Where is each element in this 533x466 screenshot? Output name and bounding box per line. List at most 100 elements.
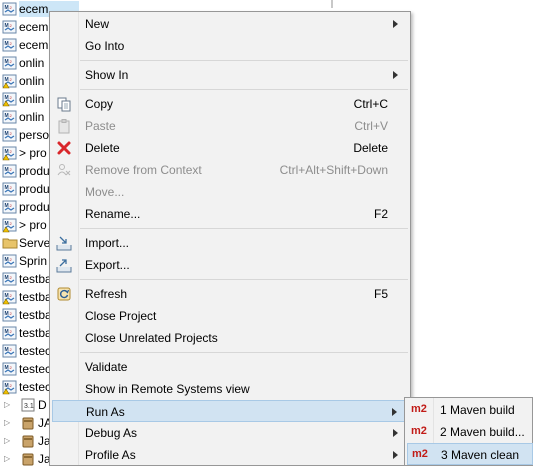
menu-item-new[interactable]: New	[52, 13, 408, 35]
jar-icon	[20, 415, 36, 431]
maven-project-icon: M2	[2, 271, 18, 287]
library-icon: 3.1	[20, 397, 36, 413]
menu-item-label: Debug As	[85, 426, 138, 440]
submenu-arrow-icon	[393, 71, 398, 79]
menu-item-label: Show In	[85, 68, 129, 82]
menu-item-shortcut: Ctrl+C	[353, 97, 388, 111]
scrollbar[interactable]	[331, 0, 333, 8]
import-icon	[56, 235, 72, 251]
menu-separator	[80, 352, 408, 353]
menu-item-remove-from-context[interactable]: Remove from Context Ctrl+Alt+Shift+Down	[52, 159, 408, 181]
expand-arrow-icon[interactable]: ▷	[4, 399, 14, 411]
tree-row-label: ecem	[19, 20, 49, 34]
submenu-arrow-icon	[393, 20, 398, 28]
tree-row-label: > pro	[19, 218, 47, 232]
menu-item-label: Export...	[85, 258, 130, 272]
maven-project-icon: M2	[2, 163, 18, 179]
tree-row-label: D	[38, 398, 47, 412]
remove-context-icon	[56, 162, 72, 178]
tree-row-label: produ	[19, 182, 50, 196]
menu-item-rename[interactable]: Rename... F2	[52, 203, 408, 225]
svg-text:3.1: 3.1	[24, 403, 34, 410]
menu-separator	[80, 279, 408, 280]
menu-item-label: Copy	[85, 97, 114, 111]
maven-project-icon: M2	[2, 307, 18, 323]
menu-item-label: Paste	[85, 119, 116, 133]
menu-item-label: Refresh	[85, 287, 128, 301]
menu-item-label: Go Into	[85, 39, 125, 53]
maven-project-icon: M2	[2, 199, 18, 215]
menu-item-show-in[interactable]: Show In	[52, 64, 408, 86]
menu-item-shortcut: Ctrl+V	[354, 119, 388, 133]
tree-row-label: testec	[19, 362, 52, 376]
export-icon	[56, 257, 72, 273]
maven-project-icon: M2	[2, 109, 18, 125]
submenu-item-label: 1 Maven build	[440, 403, 515, 417]
menu-item-paste[interactable]: Paste Ctrl+V	[52, 115, 408, 137]
submenu-item-maven-clean[interactable]: m2 3 Maven clean	[407, 443, 533, 465]
maven-project-warning-icon: M2	[2, 91, 18, 107]
tree-row-label: onlin	[19, 110, 45, 124]
menu-item-label: Delete	[85, 141, 120, 155]
menu-item-refresh[interactable]: Refresh F5	[52, 283, 408, 305]
maven-project-icon: M2	[2, 1, 18, 17]
menu-item-delete[interactable]: Delete Delete	[52, 137, 408, 159]
menu-item-profile-as[interactable]: Profile As	[52, 444, 408, 466]
submenu-item-maven-build-config[interactable]: m2 2 Maven build...	[407, 421, 533, 443]
menu-item-shortcut: F5	[373, 287, 388, 301]
menu-item-label: Rename...	[85, 207, 141, 221]
menu-item-label: Close Unrelated Projects	[85, 331, 218, 345]
menu-item-label: Close Project	[85, 309, 157, 323]
tree-row-label: testec	[19, 344, 52, 358]
menu-item-close-project[interactable]: Close Project	[52, 305, 408, 327]
menu-item-debug-as[interactable]: Debug As	[52, 422, 408, 444]
menu-item-import[interactable]: Import...	[52, 232, 408, 254]
tree-row-label: ecem	[19, 38, 49, 52]
menu-item-label: New	[85, 17, 110, 31]
menu-item-go-into[interactable]: Go Into	[52, 35, 408, 57]
menu-item-show-in-remote-systems[interactable]: Show in Remote Systems view	[52, 378, 408, 400]
expand-arrow-icon[interactable]: ▷	[4, 453, 14, 465]
run-as-submenu: m2 1 Maven build m2 2 Maven build... m2 3 Mav…	[404, 397, 533, 466]
submenu-item-maven-build[interactable]: m2 1 Maven build	[407, 399, 533, 421]
maven-m2-icon: m2	[412, 448, 428, 460]
menu-item-close-unrelated-projects[interactable]: Close Unrelated Projects	[52, 327, 408, 349]
context-menu: New Go Into Show In Copy Ctrl+C Paste Ctrl+V De…	[49, 11, 411, 466]
submenu-arrow-icon	[392, 408, 397, 416]
maven-project-warning-icon: M2	[2, 379, 18, 395]
expand-arrow-icon[interactable]: ▷	[4, 435, 14, 447]
maven-project-warning-icon: M2	[2, 289, 18, 305]
tree-row-label: Serve	[19, 236, 51, 250]
menu-item-label: Import...	[85, 236, 130, 250]
menu-item-shortcut: Ctrl+Alt+Shift+Down	[279, 163, 388, 177]
menu-item-label: Validate	[85, 360, 128, 374]
menu-item-export[interactable]: Export...	[52, 254, 408, 276]
maven-project-warning-icon: M2	[2, 145, 18, 161]
menu-item-validate[interactable]: Validate	[52, 356, 408, 378]
menu-item-label: Move...	[85, 185, 125, 199]
maven-project-icon: M2	[2, 19, 18, 35]
menu-item-move[interactable]: Move...	[52, 181, 408, 203]
menu-separator	[80, 89, 408, 90]
menu-item-copy[interactable]: Copy Ctrl+C	[52, 93, 408, 115]
refresh-icon	[56, 286, 72, 302]
tree-row-label: produ	[19, 164, 50, 178]
maven-project-warning-icon: M2	[2, 217, 18, 233]
maven-project-icon: M2	[2, 127, 18, 143]
maven-m2-icon: m2	[411, 403, 427, 415]
submenu-arrow-icon	[393, 451, 398, 459]
eclipse-workbench: M 2 ecem M 2 ecem M 2 ecem M 2 onlin M 2 onlin M 2 onlin M…	[0, 0, 533, 466]
maven-project-icon: M2	[2, 343, 18, 359]
maven-project-warning-icon: M2	[2, 73, 18, 89]
jar-icon	[20, 433, 36, 449]
menu-item-run-as[interactable]: Run As	[52, 400, 408, 422]
tree-row-label: produ	[19, 200, 50, 214]
expand-arrow-icon[interactable]: ▷	[4, 417, 14, 429]
jar-icon	[20, 451, 36, 466]
delete-icon	[56, 140, 72, 156]
paste-icon	[56, 118, 72, 134]
submenu-item-label: 2 Maven build...	[440, 425, 525, 439]
menu-item-label: Show in Remote Systems view	[85, 382, 250, 396]
tree-row-label: > pro	[19, 146, 47, 160]
menu-separator	[80, 228, 408, 229]
